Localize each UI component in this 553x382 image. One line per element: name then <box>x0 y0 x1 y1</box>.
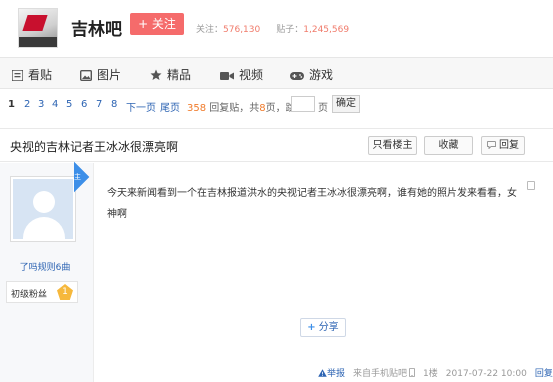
reply-label: 回复 <box>499 140 519 151</box>
fan-level-badge[interactable]: 初级粉丝 1 <box>6 281 78 303</box>
author-name[interactable]: 了吗规则6曲 <box>0 260 90 273</box>
level-number: 1 <box>57 284 73 300</box>
posts-count: 1,245,569 <box>303 25 350 35</box>
author-column: 楼主 了吗规则6曲 初级粉丝 1 <box>0 163 94 382</box>
page-link[interactable]: 3 <box>38 99 44 110</box>
nav-item-featured[interactable]: 精品 <box>150 66 191 82</box>
nav-label: 视频 <box>239 68 264 82</box>
post-timestamp: 2017-07-22 10:00 <box>445 369 527 379</box>
nav-item-games[interactable]: 游戏 <box>290 66 333 82</box>
post-content: 今天来新闻看到一个在吉林报道洪水的央视记者王冰冰很漂亮啊，谁有她的照片发来看看，… <box>107 188 517 220</box>
video-icon <box>220 70 234 84</box>
collect-button[interactable]: 收藏 <box>424 136 473 155</box>
post-meta: 举报 来自手机贴吧 1楼 2017-07-22 10:00 回复 <box>318 366 553 380</box>
page-link-current: 1 <box>8 99 15 110</box>
more-icon[interactable] <box>527 181 535 190</box>
page-link[interactable]: 8 <box>111 99 117 110</box>
forum-header: 吉林吧 + 关注 关注：576,130 贴子：1,245,569 <box>0 0 553 56</box>
follow-button[interactable]: + 关注 <box>130 13 184 35</box>
logo-base <box>19 37 57 47</box>
share-label: 分享 <box>318 322 339 333</box>
jump-unit: 页 <box>318 103 328 114</box>
forum-title[interactable]: 吉林吧 <box>71 15 122 40</box>
thread-title-bar: 央视的吉林记者王冰冰很漂亮啊 只看楼主 收藏 回复 <box>0 128 553 162</box>
gamepad-icon <box>290 70 304 84</box>
forum-nav: 看贴 图片 精品 视频 游戏 <box>0 57 553 89</box>
list-icon <box>11 69 24 84</box>
star-icon <box>150 69 162 84</box>
nav-label: 图片 <box>97 68 122 82</box>
nav-label: 精品 <box>167 68 192 82</box>
avatar[interactable] <box>11 177 75 241</box>
level-name: 初级粉丝 <box>11 290 48 300</box>
phone-icon <box>409 368 416 380</box>
page-link[interactable]: 2 <box>24 99 30 110</box>
floor-number: 1楼 <box>423 369 438 379</box>
image-icon <box>79 69 93 84</box>
posts-label: 贴子： <box>276 25 304 35</box>
floor-reply-link[interactable]: 回复 <box>535 369 553 379</box>
jump-page-input[interactable] <box>291 96 315 112</box>
reply-button[interactable]: 回复 <box>481 136 525 155</box>
avatar-body <box>23 217 65 239</box>
share-button[interactable]: + 分享 <box>300 318 346 337</box>
report-link[interactable]: 举报 <box>327 369 345 379</box>
nav-item-posts[interactable]: 看贴 <box>11 66 53 84</box>
only-op-button[interactable]: 只看楼主 <box>368 136 417 155</box>
page-link[interactable]: 7 <box>96 99 102 110</box>
avatar-head <box>33 191 55 213</box>
next-page-link[interactable]: 下一页 <box>126 99 156 114</box>
nav-label: 游戏 <box>309 68 334 82</box>
plus-icon: + <box>307 322 316 333</box>
warning-icon <box>318 369 327 380</box>
followers-label: 关注： <box>196 25 224 35</box>
nav-item-videos[interactable]: 视频 <box>220 66 263 82</box>
reply-suffix: 回复贴，共 <box>206 103 260 114</box>
comment-icon <box>486 138 497 155</box>
page-link[interactable]: 4 <box>52 99 58 110</box>
last-page-link[interactable]: 尾页 <box>160 99 180 114</box>
post-floor-1: 楼主 了吗规则6曲 初级粉丝 1 今天来新闻看到一个在吉林报道洪水的央视记者王冰… <box>0 163 553 382</box>
nav-item-images[interactable]: 图片 <box>79 66 122 84</box>
pagination: 1 2 3 4 5 6 7 8 下一页 尾页 358 回复贴，共8页，跳到 页 … <box>0 90 553 118</box>
jump-confirm-button[interactable]: 确定 <box>332 95 360 113</box>
nav-label: 看贴 <box>28 68 53 82</box>
reply-count: 358 <box>187 103 207 114</box>
pager-info: 358 回复贴，共8页，跳到 <box>187 99 306 114</box>
forum-logo[interactable] <box>18 8 58 48</box>
thread-title: 央视的吉林记者王冰冰很漂亮啊 <box>10 140 179 154</box>
logo-mark <box>22 15 48 31</box>
forum-stats: 关注：576,130 贴子：1,245,569 <box>196 22 349 35</box>
followers-count: 576,130 <box>223 25 261 35</box>
source-label: 来自手机贴吧 <box>353 369 408 379</box>
page-link[interactable]: 6 <box>81 99 87 110</box>
page-link[interactable]: 5 <box>66 99 72 110</box>
